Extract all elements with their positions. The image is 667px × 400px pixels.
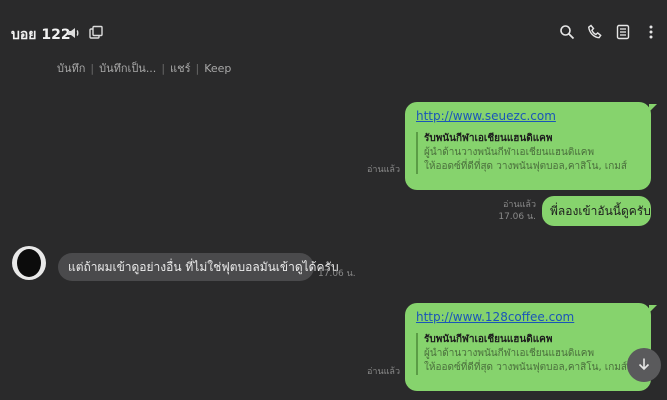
message-time: 17.06 น. xyxy=(498,212,536,222)
action-share[interactable]: แชร์ xyxy=(170,59,190,77)
message-link[interactable]: http://www.128coffee.com xyxy=(416,310,641,324)
divider: | xyxy=(195,61,200,75)
search-icon[interactable] xyxy=(559,24,575,40)
outgoing-text-bubble[interactable]: พี่ลองเข้าอันนี้ดูครับ xyxy=(542,196,651,226)
link-preview[interactable]: รับพนันกีฬาเอเชียนแฮนดิแคพ ผู้นำด้านวางพ… xyxy=(416,132,641,174)
external-window-icon[interactable] xyxy=(88,25,104,41)
header-actions: บันทึก | บันทึกเป็น... | แชร์ | Keep xyxy=(57,59,231,77)
arrow-down-icon xyxy=(637,356,651,375)
read-status: อ่านแล้ว xyxy=(367,165,400,175)
link-preview-title: รับพนันกีฬาเอเชียนแฮนดิแคพ xyxy=(424,133,553,144)
message-time: 17.06 น. xyxy=(318,269,356,279)
read-status: อ่านแล้ว xyxy=(503,200,536,210)
notes-icon[interactable] xyxy=(615,24,631,40)
chat-header: บอย 122 บันทึก | บันทึกเป็น... | แชร์ | … xyxy=(0,0,667,75)
chat-title[interactable]: บอย 122 xyxy=(11,24,71,46)
link-preview-description: ผู้นำด้านวางพนันกีฬาเอเชียนแฮนดิแคพ xyxy=(424,147,595,158)
speaker-icon[interactable] xyxy=(66,25,82,41)
divider: | xyxy=(90,61,95,75)
action-save-as[interactable]: บันทึกเป็น... xyxy=(99,59,156,77)
incoming-text-bubble[interactable]: แต่ถ้าผมเข้าดูอย่างอื่น ที่ไม่ใช่ฟุตบอลม… xyxy=(58,253,339,281)
link-preview-description: ให้ออดซ์ที่ดีที่สุด วางพนันฟุตบอล,คาสิโน… xyxy=(424,161,627,172)
scroll-to-bottom-button[interactable] xyxy=(627,348,661,382)
outgoing-link-bubble[interactable]: http://www.128coffee.com รับพนันกีฬาเอเช… xyxy=(405,303,657,391)
read-status: อ่านแล้ว xyxy=(367,367,400,377)
more-vertical-icon[interactable] xyxy=(643,24,659,40)
message-link[interactable]: http://www.seuezc.com xyxy=(416,109,641,123)
avatar[interactable] xyxy=(12,246,46,280)
outgoing-link-bubble[interactable]: http://www.seuezc.com รับพนันกีฬาเอเชียน… xyxy=(405,102,657,190)
divider: | xyxy=(161,61,166,75)
phone-icon[interactable] xyxy=(587,24,603,40)
link-preview[interactable]: รับพนันกีฬาเอเชียนแฮนดิแคพ ผู้นำด้านวางพ… xyxy=(416,333,641,375)
link-preview-description: ผู้นำด้านวางพนันกีฬาเอเชียนแฮนดิแคพ xyxy=(424,348,595,359)
message-meta: อ่านแล้ว 17.06 น. xyxy=(480,199,536,223)
link-preview-description: ให้ออดซ์ที่ดีที่สุด วางพนันฟุตบอล,คาสิโน… xyxy=(424,362,627,373)
action-save[interactable]: บันทึก xyxy=(57,59,85,77)
link-preview-title: รับพนันกีฬาเอเชียนแฮนดิแคพ xyxy=(424,334,553,345)
action-keep[interactable]: Keep xyxy=(204,62,231,75)
